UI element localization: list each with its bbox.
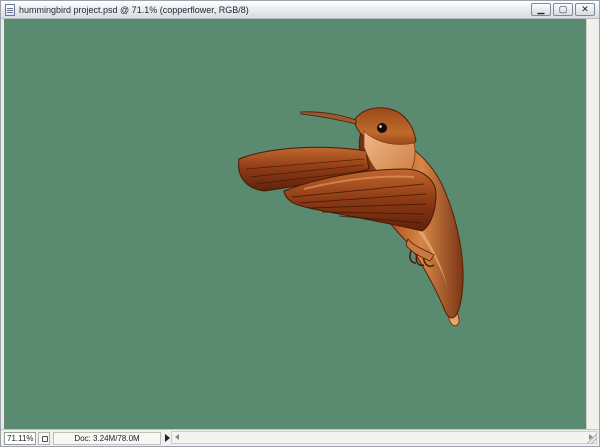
maximize-button[interactable]: ▢ [553,3,573,16]
window-title: hummingbird project.psd @ 71.1% (copperf… [19,4,249,15]
resize-grip-icon[interactable] [587,434,597,444]
maximize-icon: ▢ [558,4,568,14]
zoom-field[interactable]: 71.11% [4,431,36,445]
horizontal-scrollbar[interactable] [171,431,597,444]
zoom-level: 71.11% [7,433,34,443]
window-controls: ▁ ▢ ✕ [531,3,595,16]
vertical-scrollbar[interactable] [586,19,599,430]
minimize-button[interactable]: ▁ [531,3,551,16]
scroll-left-icon[interactable] [175,434,179,440]
close-icon: ✕ [581,4,589,14]
status-menu-arrow-icon[interactable] [165,434,170,442]
hummingbird-illustration [238,107,464,327]
document-info: Doc: 3.24M/78.0M [53,431,161,445]
document-icon [5,3,15,16]
minimize-icon: ▁ [537,4,545,14]
title-bar[interactable]: hummingbird project.psd @ 71.1% (copperf… [1,1,599,19]
document-canvas[interactable] [4,19,586,429]
navigator-icon[interactable] [38,431,50,445]
doc-size-text: Doc: 3.24M/78.0M [74,433,140,443]
document-window: hummingbird project.psd @ 71.1% (copperf… [0,0,600,447]
close-button[interactable]: ✕ [575,3,595,16]
